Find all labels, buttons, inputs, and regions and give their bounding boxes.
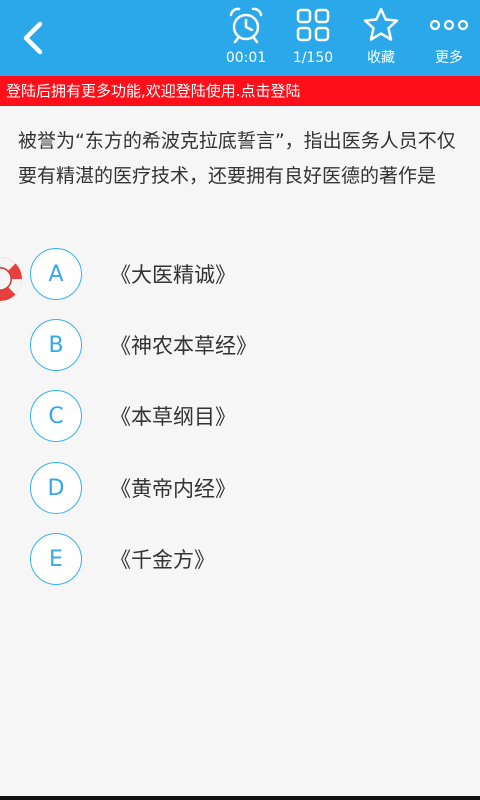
option-text: 《千金方》	[110, 548, 215, 572]
login-banner[interactable]: 登陆后拥有更多功能,欢迎登陆使用.点击登陆	[0, 76, 480, 106]
bottom-edge	[0, 796, 480, 800]
option-text: 《神农本草经》	[110, 334, 257, 358]
option-letter: C	[30, 390, 82, 442]
timer-label: 00:01	[225, 50, 267, 66]
option-letter: D	[30, 462, 82, 514]
option-letter: E	[30, 533, 82, 585]
grid-icon	[296, 8, 330, 42]
option-d[interactable]: D 《黄帝内经》	[30, 462, 450, 514]
option-a[interactable]: A 《大医精诚》	[30, 248, 450, 300]
chevron-left-icon	[23, 21, 43, 55]
lifebuoy-icon	[0, 256, 23, 301]
option-text: 《大医精诚》	[110, 263, 236, 287]
option-text: 《黄帝内经》	[110, 477, 236, 501]
more-label: 更多	[435, 50, 463, 66]
question-text: 被誉为“东方的希波克拉底誓言”，指出医务人员不仅要有精湛的医疗技术，还要拥有良好…	[18, 130, 456, 187]
more-button[interactable]: 更多	[409, 0, 480, 76]
option-letter: A	[30, 248, 82, 300]
back-button[interactable]	[14, 18, 54, 58]
alarm-clock-icon	[229, 7, 263, 44]
hint-button[interactable]	[0, 254, 30, 304]
option-text: 《本草纲目》	[110, 405, 236, 429]
more-dots-icon	[429, 19, 469, 31]
option-letter: B	[30, 319, 82, 371]
top-toolbar: 00:01 1/150 收藏 更多	[0, 0, 480, 76]
option-b[interactable]: B 《神农本草经》	[30, 319, 450, 371]
star-icon	[363, 7, 399, 41]
progress-label: 1/150	[292, 50, 334, 66]
favorite-label: 收藏	[367, 50, 395, 66]
option-c[interactable]: C 《本草纲目》	[30, 390, 450, 442]
option-e[interactable]: E 《千金方》	[30, 533, 450, 585]
